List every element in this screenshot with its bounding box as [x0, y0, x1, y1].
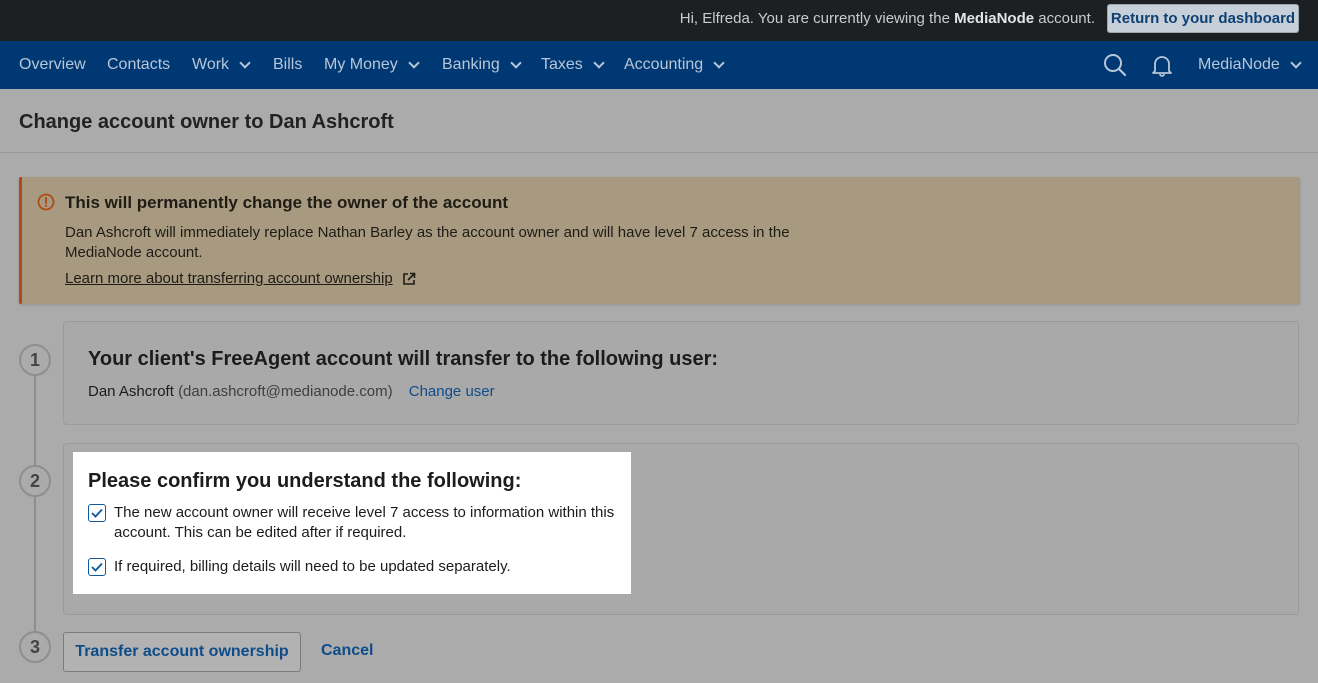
chevron-down-icon [510, 57, 522, 69]
return-to-dashboard-button[interactable]: Return to your dashboard [1107, 4, 1299, 33]
alert-title: This will permanently change the owner o… [65, 193, 509, 212]
chevron-down-icon [593, 57, 605, 69]
checkbox-checked[interactable] [88, 558, 106, 576]
nav-label: Overview [19, 56, 86, 73]
confirm-title: Please confirm you understand the follow… [88, 470, 522, 492]
checkmark-icon [91, 562, 103, 572]
chevron-down-icon [713, 57, 725, 69]
user-email: (dan.ashcroft@medianode.com) [178, 383, 393, 400]
user-name: Dan Ashcroft [88, 383, 174, 400]
step-connector-line [34, 360, 36, 650]
step-number-2: 2 [19, 465, 51, 497]
nav-item-contacts[interactable]: Contacts [107, 41, 170, 89]
nav-item-banking[interactable]: Banking [442, 41, 522, 89]
checkbox-checked[interactable] [88, 504, 106, 522]
confirmation-panel: Please confirm you understand the follow… [73, 452, 631, 594]
nav-item-my-money[interactable]: My Money [324, 41, 420, 89]
step-1-title: Your client's FreeAgent account will tra… [88, 348, 719, 370]
checkmark-icon [91, 508, 103, 518]
viewed-account-name: MediaNode [954, 10, 1035, 27]
warning-icon [37, 193, 55, 211]
nav-item-overview[interactable]: Overview [19, 41, 86, 89]
external-link-icon [402, 272, 415, 285]
nav-label: Banking [442, 56, 500, 73]
account-menu[interactable]: MediaNode [1198, 41, 1302, 89]
nav-label: Accounting [624, 56, 704, 73]
alert-body: Dan Ashcroft will immediately replace Na… [65, 224, 790, 261]
viewing-account-message: Hi, Elfreda. You are currently viewing t… [680, 10, 1095, 27]
check-label: The new account owner will receive level… [114, 504, 615, 541]
nav-label: Work [192, 56, 230, 73]
nav-label: Taxes [541, 56, 583, 73]
chevron-down-icon [1290, 57, 1302, 69]
step-1-card: Your client's FreeAgent account will tra… [63, 321, 1299, 425]
bell-icon[interactable] [1150, 53, 1174, 77]
nav-label: Bills [273, 56, 303, 73]
step-number-1: 1 [19, 344, 51, 376]
nav-label: My Money [324, 56, 398, 73]
check-label: If required, billing details will need t… [114, 558, 511, 575]
learn-more-label: Learn more about transferring account ow… [65, 270, 393, 287]
change-user-link[interactable]: Change user [409, 383, 495, 400]
top-bar: Hi, Elfreda. You are currently viewing t… [0, 0, 1318, 41]
account-menu-label: MediaNode [1198, 56, 1280, 73]
nav-item-taxes[interactable]: Taxes [541, 41, 605, 89]
chevron-down-icon [408, 57, 420, 69]
learn-more-link[interactable]: Learn more about transferring account ow… [65, 270, 416, 287]
nav-label: Contacts [107, 56, 171, 73]
cancel-link[interactable]: Cancel [321, 642, 373, 660]
nav-item-work[interactable]: Work [192, 41, 251, 89]
page-title: Change account owner to Dan Ashcroft [19, 111, 394, 133]
transfer-ownership-button[interactable]: Transfer account ownership [63, 632, 301, 672]
main-nav: Overview Contacts Work Bills My Money Ba… [0, 41, 1318, 89]
page-header: Change account owner to Dan Ashcroft [0, 89, 1318, 153]
chevron-down-icon [239, 57, 251, 69]
greeting-prefix: Hi, Elfreda. You are currently viewing t… [679, 10, 950, 27]
confirm-check-access[interactable]: The new account owner will receive level… [88, 503, 623, 543]
confirm-check-billing[interactable]: If required, billing details will need t… [88, 557, 623, 577]
nav-item-bills[interactable]: Bills [273, 41, 302, 89]
step-number-3: 3 [19, 631, 51, 663]
search-icon[interactable] [1103, 53, 1127, 77]
greeting-suffix: account. [1038, 10, 1095, 27]
selected-user: Dan Ashcroft (dan.ashcroft@medianode.com… [88, 383, 495, 400]
nav-item-accounting[interactable]: Accounting [624, 41, 725, 89]
warning-alert: This will permanently change the owner o… [19, 177, 1300, 304]
